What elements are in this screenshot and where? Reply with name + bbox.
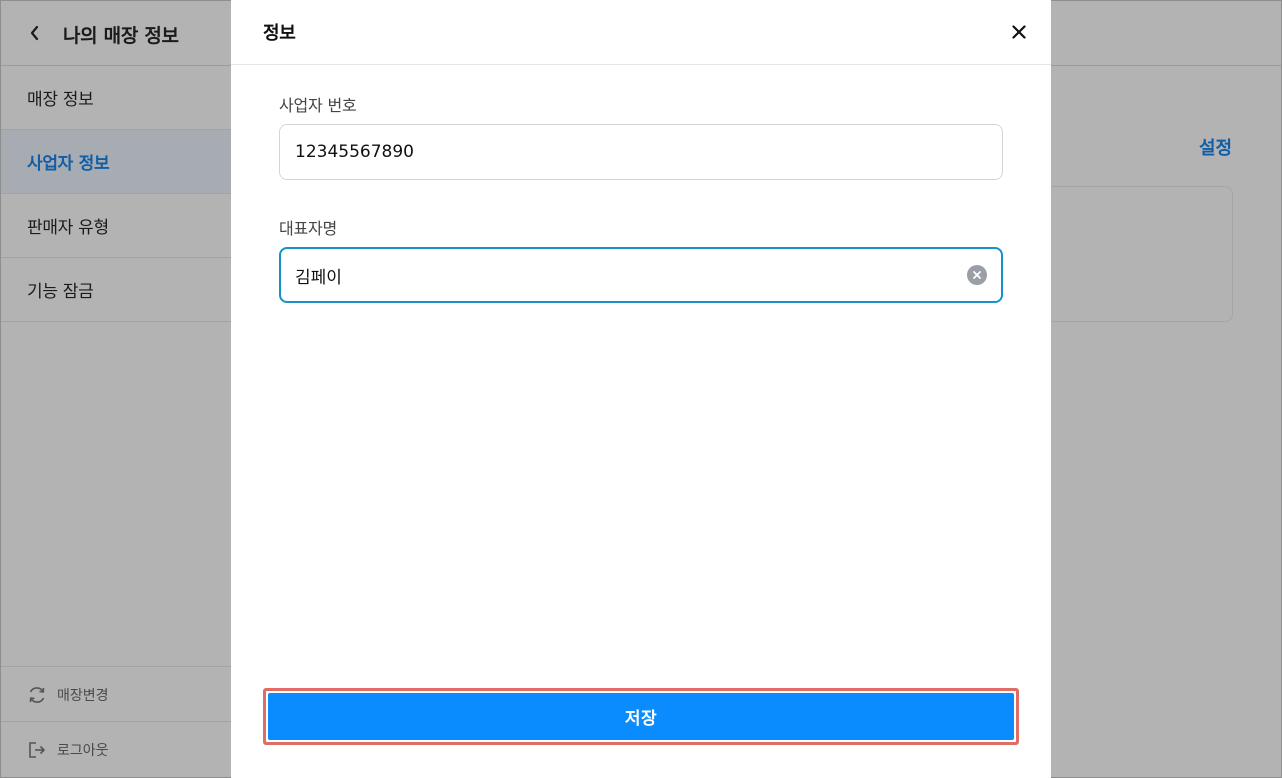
close-button[interactable]	[1007, 20, 1031, 44]
save-button[interactable]: 저장	[268, 693, 1014, 740]
logout-label: 로그아웃	[57, 742, 109, 759]
sidebar: 매장 정보 사업자 정보 판매자 유형 기능 잠금 매장변경 로그아웃	[1, 66, 232, 778]
sidebar-item-store-info[interactable]: 매장 정보	[1, 66, 231, 130]
background-card	[1051, 186, 1233, 322]
representative-name-input[interactable]	[295, 265, 967, 285]
sidebar-item-seller-type[interactable]: 판매자 유형	[1, 194, 231, 258]
modal-title: 정보	[263, 23, 296, 44]
change-store-label: 매장변경	[57, 687, 109, 704]
settings-link[interactable]: 설정	[1199, 134, 1232, 160]
change-store-button[interactable]: 매장변경	[1, 666, 232, 722]
info-modal: 정보 사업자 번호 대표자명 저장	[231, 0, 1051, 778]
clear-icon	[973, 271, 981, 279]
business-number-label: 사업자 번호	[279, 96, 357, 115]
refresh-icon	[29, 686, 45, 703]
business-number-field[interactable]	[279, 124, 1003, 180]
modal-header: 정보	[231, 0, 1051, 65]
representative-name-field[interactable]	[279, 247, 1003, 303]
logout-icon	[29, 741, 45, 758]
back-button[interactable]	[23, 21, 47, 45]
business-number-input[interactable]	[295, 142, 987, 162]
clear-input-button[interactable]	[967, 265, 987, 285]
sidebar-item-feature-lock[interactable]: 기능 잠금	[1, 258, 231, 322]
logout-button[interactable]: 로그아웃	[1, 721, 232, 777]
page-title: 나의 매장 정보	[63, 25, 179, 47]
back-chevron-icon	[30, 25, 39, 41]
close-icon	[1012, 25, 1026, 39]
sidebar-item-business-info[interactable]: 사업자 정보	[1, 130, 231, 194]
save-button-highlight: 저장	[263, 688, 1019, 745]
representative-name-label: 대표자명	[279, 219, 338, 238]
